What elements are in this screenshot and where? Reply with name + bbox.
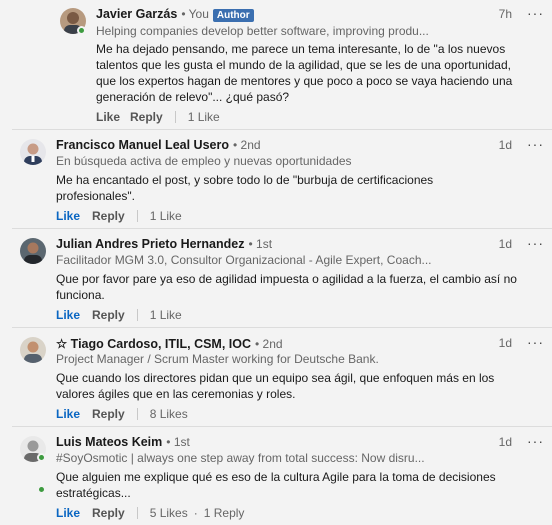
comment-tiago-cardoso: ☆ Tiago Cardoso, ITIL, CSM, IOC • 2nd 1d… [0, 328, 552, 426]
likes-count[interactable]: 8 Likes [150, 407, 188, 421]
commenter-name[interactable]: Francisco Manuel Leal Usero [56, 138, 229, 152]
avatar[interactable] [20, 238, 46, 264]
divider [136, 408, 138, 420]
reply-button[interactable]: Reply [92, 209, 125, 223]
comment-time: 1d [498, 435, 512, 449]
reply-button[interactable]: Reply [92, 506, 125, 520]
replies-count[interactable]: 1 Reply [204, 506, 245, 520]
commenter-headline: Helping companies develop better softwar… [96, 24, 429, 38]
comment-actions: Like Reply 1 Like [56, 308, 182, 322]
like-button[interactable]: Like [56, 407, 80, 421]
likes-count[interactable]: 1 Like [188, 110, 220, 124]
reply-button[interactable]: Reply [130, 110, 163, 124]
comment-text: Me ha dejado pensando, me parece un tema… [96, 42, 513, 104]
comment-text: Que cuando los directores pidan que un e… [56, 371, 495, 401]
like-button[interactable]: Like [56, 308, 80, 322]
comment-javier-garzas: Javier Garzás • You Author 7h ··· Helpin… [0, 0, 552, 130]
avatar[interactable] [20, 337, 46, 363]
like-button[interactable]: Like [96, 110, 120, 124]
likes-count[interactable]: 1 Like [150, 209, 182, 223]
like-button[interactable]: Like [56, 506, 80, 520]
connection-degree: • 1st [166, 435, 190, 449]
commenter-headline: #SoyOsmotic | always one step away from … [56, 451, 425, 465]
online-status-icon [77, 26, 86, 35]
online-status-icon [37, 453, 46, 462]
commenter-name[interactable]: ☆ Tiago Cardoso, ITIL, CSM, IOC [56, 336, 251, 351]
commenter-name[interactable]: Julian Andres Prieto Hernandez [56, 237, 244, 251]
comment-text: Que alguien me explique qué es eso de la… [56, 470, 496, 500]
likes-count[interactable]: 5 Likes [150, 506, 188, 520]
divider [136, 210, 138, 222]
comment-time: 7h [498, 7, 512, 21]
comment-text: Me ha encantado el post, y sobre todo lo… [56, 173, 434, 203]
comment-luis-mateos: Luis Mateos Keim • 1st 1d ··· #SoyOsmoti… [0, 427, 552, 525]
reply-button[interactable]: Reply [92, 407, 125, 421]
likes-count[interactable]: 1 Like [150, 308, 182, 322]
like-button[interactable]: Like [56, 209, 80, 223]
comment-time: 1d [498, 336, 512, 350]
avatar[interactable] [20, 139, 46, 165]
comment-francisco-leal: Francisco Manuel Leal Usero • 2nd 1d ···… [0, 130, 552, 228]
separator-dot: · [193, 506, 198, 520]
comment-actions: Like Reply 1 Like [96, 110, 220, 124]
more-options-icon[interactable]: ··· [527, 433, 544, 449]
commenter-headline: Facilitador MGM 3.0, Consultor Organizac… [56, 253, 432, 267]
author-badge: Author [212, 9, 254, 22]
commenter-headline: Project Manager / Scrum Master working f… [56, 352, 379, 366]
more-options-icon[interactable]: ··· [527, 136, 544, 152]
commenter-headline: En búsqueda activa de empleo y nuevas op… [56, 154, 352, 168]
comments-panel: Javier Garzás • You Author 7h ··· Helpin… [0, 0, 552, 525]
more-options-icon[interactable]: ··· [527, 334, 544, 350]
more-options-icon[interactable]: ··· [527, 5, 544, 21]
divider [136, 309, 138, 321]
commenter-name[interactable]: Luis Mateos Keim [56, 435, 162, 449]
comment-time: 1d [498, 237, 512, 251]
connection-degree: • 1st [248, 237, 273, 251]
connection-degree: • You [181, 7, 209, 21]
divider [136, 507, 138, 519]
more-options-icon[interactable]: ··· [527, 235, 544, 251]
commenter-name[interactable]: Javier Garzás [96, 7, 177, 21]
comment-actions: Like Reply 5 Likes · 1 Reply [56, 506, 244, 520]
connection-degree: • 2nd [255, 337, 283, 351]
divider [174, 111, 176, 123]
reply-button[interactable]: Reply [92, 308, 125, 322]
comment-actions: Like Reply 8 Likes [56, 407, 188, 421]
comment-text: Que por favor pare ya eso de agilidad im… [56, 272, 517, 302]
connection-degree: • 2nd [232, 138, 261, 152]
comment-time: 1d [498, 138, 512, 152]
comment-julian-prieto: Julian Andres Prieto Hernandez • 1st 1d … [0, 229, 552, 494]
comment-actions: Like Reply 1 Like [56, 209, 182, 223]
